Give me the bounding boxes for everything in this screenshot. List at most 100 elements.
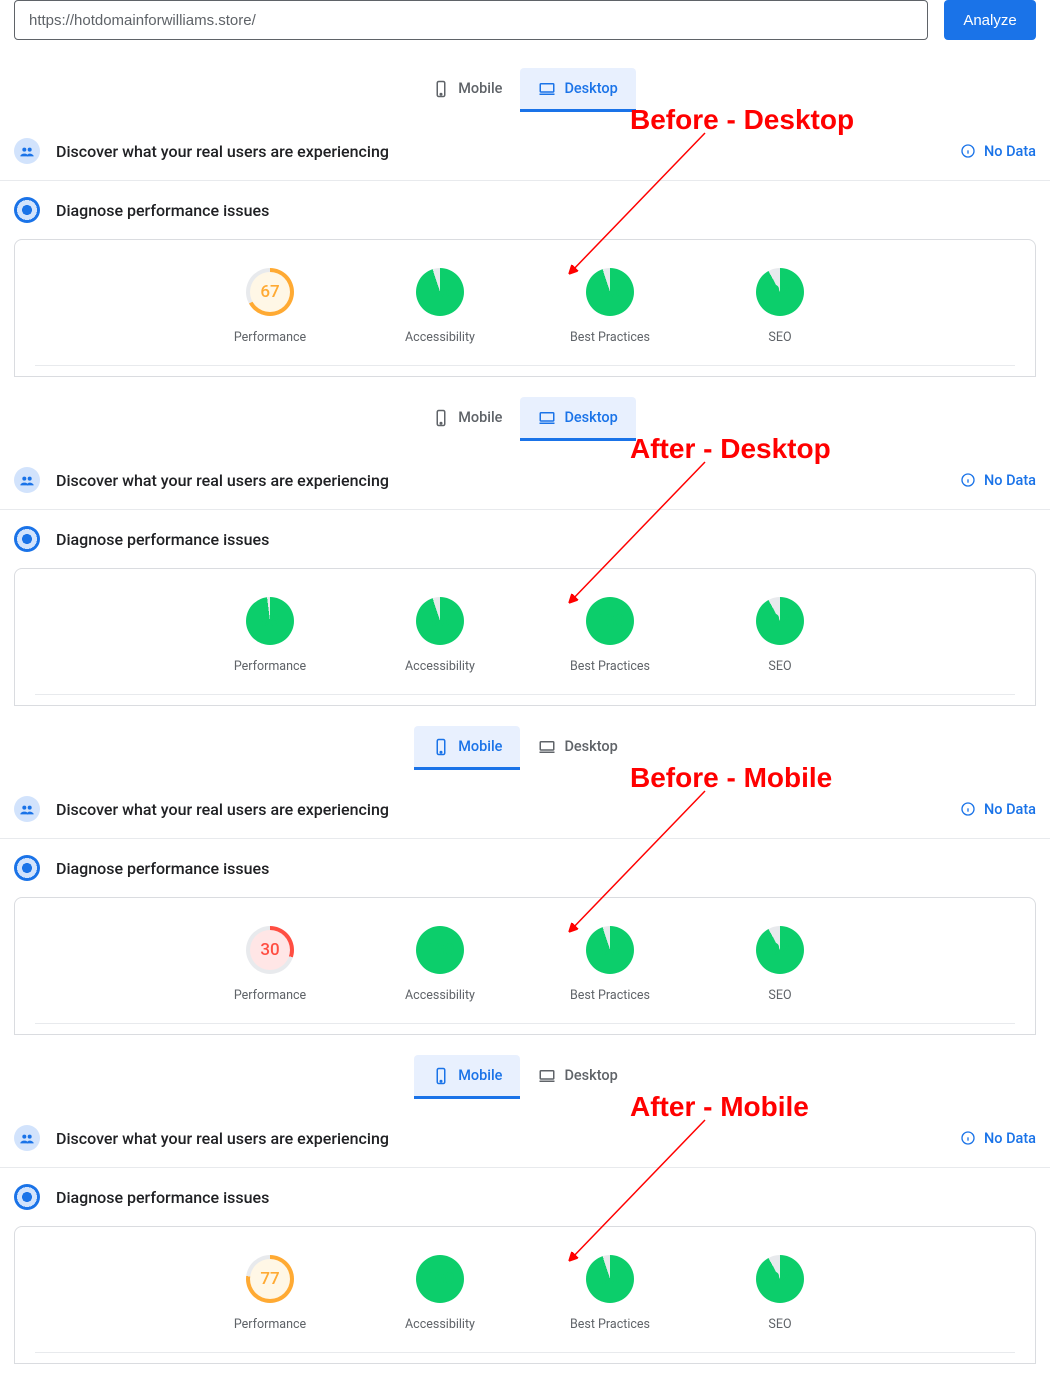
tab-desktop[interactable]: Desktop: [520, 68, 635, 112]
arrow-icon: [555, 452, 715, 612]
gauge-seo-value: 92: [770, 282, 789, 302]
tab-mobile[interactable]: Mobile: [414, 397, 520, 441]
tab-mobile-label: Mobile: [458, 1067, 502, 1084]
crux-section: Discover what your real users are experi…: [0, 451, 1050, 510]
gauge-card: 67 Performance 95 Accessibility 95 Best …: [14, 239, 1036, 377]
gauge-accessibility[interactable]: 95 Accessibility: [390, 268, 490, 345]
gauge-accessibility-value: 95: [430, 282, 449, 302]
users-icon: [14, 138, 40, 164]
diagnose-heading: Diagnose performance issues: [56, 1188, 269, 1207]
tab-mobile[interactable]: Mobile: [414, 726, 520, 770]
tab-mobile-label: Mobile: [458, 738, 502, 755]
gauge-best-practices-value: 95: [600, 282, 619, 302]
diagnose-heading: Diagnose performance issues: [56, 530, 269, 549]
gauge-performance-label: Performance: [220, 1317, 320, 1332]
gauge-seo[interactable]: 92 SEO: [730, 926, 830, 1003]
gauge-performance-value: 30: [260, 940, 279, 960]
no-data-badge[interactable]: No Data: [960, 472, 1036, 489]
gauge-seo[interactable]: 92 SEO: [730, 268, 830, 345]
tab-desktop[interactable]: Desktop: [520, 1055, 635, 1099]
crux-heading: Discover what your real users are experi…: [56, 800, 389, 819]
no-data-badge[interactable]: No Data: [960, 801, 1036, 818]
gauge-best-practices-label: Best Practices: [560, 659, 660, 674]
device-tabs: Mobile Desktop: [0, 726, 1050, 770]
diagnose-section: Diagnose performance issues: [0, 1168, 1050, 1226]
gauge-accessibility-value: 100: [426, 940, 455, 960]
arrow-icon: [555, 1110, 715, 1270]
info-icon: [960, 143, 976, 159]
tab-desktop[interactable]: Desktop: [520, 726, 635, 770]
no-data-badge[interactable]: No Data: [960, 1130, 1036, 1147]
device-tabs: Mobile Desktop: [0, 68, 1050, 112]
gauge-performance-label: Performance: [220, 659, 320, 674]
gauge-performance[interactable]: 67 Performance: [220, 268, 320, 345]
mobile-icon: [432, 738, 450, 756]
gauge-best-practices-value: 95: [600, 1269, 619, 1289]
gauge-seo-label: SEO: [730, 988, 830, 1003]
mobile-icon: [432, 80, 450, 98]
desktop-icon: [538, 80, 556, 98]
analyze-button[interactable]: Analyze: [944, 0, 1036, 40]
gauge-performance-label: Performance: [220, 988, 320, 1003]
info-icon: [960, 1130, 976, 1146]
crux-heading: Discover what your real users are experi…: [56, 1129, 389, 1148]
gauge-card: 98 Performance 95 Accessibility 100 Best…: [14, 568, 1036, 706]
crux-section: Discover what your real users are experi…: [0, 122, 1050, 181]
gauge-performance-label: Performance: [220, 330, 320, 345]
gauge-best-practices-label: Best Practices: [560, 330, 660, 345]
gauge-seo[interactable]: 92 SEO: [730, 597, 830, 674]
diagnose-heading: Diagnose performance issues: [56, 859, 269, 878]
users-icon: [14, 796, 40, 822]
gauge-accessibility-value: 100: [426, 1269, 455, 1289]
crux-heading: Discover what your real users are experi…: [56, 471, 389, 490]
gauge-seo[interactable]: 92 SEO: [730, 1255, 830, 1332]
tab-mobile[interactable]: Mobile: [414, 68, 520, 112]
desktop-icon: [538, 409, 556, 427]
target-icon: [14, 526, 40, 552]
diagnose-section: Diagnose performance issues: [0, 181, 1050, 239]
tab-mobile[interactable]: Mobile: [414, 1055, 520, 1099]
gauge-accessibility[interactable]: 100 Accessibility: [390, 1255, 490, 1332]
users-icon: [14, 467, 40, 493]
diagnose-section: Diagnose performance issues: [0, 839, 1050, 897]
gauge-best-practices-label: Best Practices: [560, 1317, 660, 1332]
no-data-text: No Data: [984, 472, 1036, 489]
tab-mobile-label: Mobile: [458, 80, 502, 97]
gauge-accessibility-label: Accessibility: [390, 988, 490, 1003]
gauge-performance[interactable]: 98 Performance: [220, 597, 320, 674]
mobile-icon: [432, 1067, 450, 1085]
target-icon: [14, 197, 40, 223]
tab-desktop-label: Desktop: [564, 409, 617, 426]
tab-desktop-label: Desktop: [564, 738, 617, 755]
gauge-accessibility-label: Accessibility: [390, 1317, 490, 1332]
arrow-icon: [555, 123, 715, 283]
info-icon: [960, 801, 976, 817]
tab-desktop[interactable]: Desktop: [520, 397, 635, 441]
gauge-performance-value: 98: [260, 611, 279, 631]
diagnose-section: Diagnose performance issues: [0, 510, 1050, 568]
gauge-seo-label: SEO: [730, 330, 830, 345]
info-icon: [960, 472, 976, 488]
no-data-text: No Data: [984, 801, 1036, 818]
gauge-seo-value: 92: [770, 611, 789, 631]
gauge-seo-label: SEO: [730, 659, 830, 674]
diagnose-heading: Diagnose performance issues: [56, 201, 269, 220]
gauge-performance[interactable]: 30 Performance: [220, 926, 320, 1003]
url-input[interactable]: [14, 0, 928, 40]
gauge-performance-value: 77: [260, 1269, 279, 1289]
crux-section: Discover what your real users are experi…: [0, 1109, 1050, 1168]
gauge-accessibility[interactable]: 95 Accessibility: [390, 597, 490, 674]
mobile-icon: [432, 409, 450, 427]
gauge-performance-value: 67: [260, 282, 279, 302]
gauge-seo-value: 92: [770, 940, 789, 960]
gauge-best-practices-label: Best Practices: [560, 988, 660, 1003]
device-tabs: Mobile Desktop: [0, 1055, 1050, 1099]
no-data-text: No Data: [984, 143, 1036, 160]
tab-desktop-label: Desktop: [564, 80, 617, 97]
desktop-icon: [538, 738, 556, 756]
target-icon: [14, 855, 40, 881]
gauge-performance[interactable]: 77 Performance: [220, 1255, 320, 1332]
no-data-badge[interactable]: No Data: [960, 143, 1036, 160]
gauge-accessibility[interactable]: 100 Accessibility: [390, 926, 490, 1003]
gauge-seo-value: 92: [770, 1269, 789, 1289]
